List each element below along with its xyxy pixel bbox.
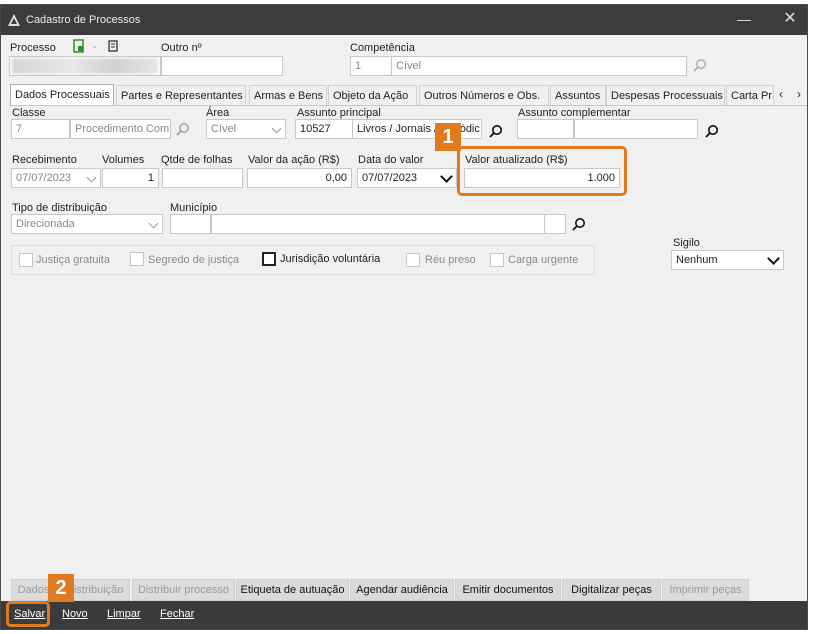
municipio-extra-field[interactable] bbox=[544, 214, 566, 234]
assunto-complementar-search-icon[interactable] bbox=[704, 124, 720, 140]
classe-code-field[interactable]: 7 bbox=[11, 119, 70, 139]
tab-scroll-right-icon[interactable]: › bbox=[793, 87, 805, 101]
tipo-distribuicao-select[interactable]: Direcionada bbox=[11, 214, 163, 234]
emitir-documentos-button[interactable]: Emitir documentos bbox=[455, 579, 561, 601]
tab-partes-representantes[interactable]: Partes e Representantes bbox=[116, 85, 246, 105]
processo-number-field[interactable] bbox=[9, 56, 161, 76]
volumes-field[interactable]: 1 bbox=[102, 168, 159, 188]
municipio-label: Município bbox=[170, 202, 218, 214]
step-badge-2: 2 bbox=[48, 574, 74, 602]
municipio-name-field[interactable] bbox=[211, 214, 545, 234]
close-button[interactable]: ✕ bbox=[781, 10, 799, 28]
assunto-search-icon[interactable] bbox=[488, 124, 504, 140]
competencia-name-field[interactable]: Cível bbox=[391, 56, 687, 76]
assunto-complementar-code-field[interactable] bbox=[517, 119, 574, 139]
municipio-search-icon[interactable] bbox=[571, 217, 587, 233]
assunto-complementar-label: Assunto complementar bbox=[518, 107, 631, 119]
fechar-button[interactable]: Fechar bbox=[160, 608, 194, 620]
municipio-code-field[interactable] bbox=[170, 214, 211, 234]
jurisdicao-voluntaria-checkbox[interactable] bbox=[262, 252, 276, 266]
outro-numero-label: Outro nº bbox=[161, 42, 202, 54]
limpar-button[interactable]: Limpar bbox=[107, 608, 141, 620]
window-title: Cadastro de Processos bbox=[26, 14, 141, 26]
tab-carta-precatoria[interactable]: Carta Pr bbox=[726, 85, 774, 105]
etiqueta-autuacao-button[interactable]: Etiqueta de autuação bbox=[236, 579, 349, 601]
assunto-complementar-name-field[interactable] bbox=[574, 119, 698, 139]
volumes-label: Volumes bbox=[102, 154, 145, 166]
reu-preso-label: Réu preso bbox=[425, 254, 476, 266]
form-action-bar: Salvar Novo Limpar Fechar bbox=[1, 601, 807, 629]
area-select[interactable]: Cível bbox=[206, 119, 286, 139]
novo-button[interactable]: Novo bbox=[62, 608, 88, 620]
assunto-principal-label: Assunto principal bbox=[297, 107, 381, 119]
process-registration-window: Cadastro de Processos — ✕ Processo ⌄ Out… bbox=[0, 4, 808, 630]
tab-despesas-processuais[interactable]: Despesas Processuais bbox=[606, 85, 725, 105]
search-icon[interactable] bbox=[692, 58, 708, 74]
digitalizar-pecas-button[interactable]: Digitalizar peças bbox=[562, 579, 661, 601]
recebimento-date-field[interactable]: 07/07/2023 bbox=[11, 168, 101, 188]
valor-acao-label: Valor da ação (R$) bbox=[248, 154, 340, 166]
agendar-audiencia-button[interactable]: Agendar audiência bbox=[350, 579, 454, 601]
step-badge-1: 1 bbox=[435, 123, 461, 151]
imprimir-pecas-button[interactable]: Imprimir peças bbox=[662, 579, 749, 601]
sigilo-label: Sigilo bbox=[673, 237, 700, 249]
salvar-highlight bbox=[6, 601, 50, 627]
competencia-code-field[interactable]: 1 bbox=[350, 56, 392, 76]
justica-gratuita-label: Justiça gratuita bbox=[36, 254, 110, 266]
app-logo-icon bbox=[8, 14, 20, 26]
jurisdicao-voluntaria-label: Jurisdição voluntária bbox=[280, 253, 381, 265]
competencia-label: Competência bbox=[350, 42, 415, 54]
data-valor-label: Data do valor bbox=[358, 154, 424, 166]
classe-search-icon[interactable] bbox=[175, 122, 191, 138]
tab-scroll-left-icon[interactable]: ‹ bbox=[775, 87, 787, 101]
carga-urgente-label: Carga urgente bbox=[508, 254, 579, 266]
qtde-folhas-label: Qtde de folhas bbox=[161, 154, 233, 166]
tab-armas-bens[interactable]: Armas e Bens bbox=[249, 85, 327, 105]
sigilo-select[interactable]: Nenhum bbox=[671, 250, 784, 270]
tab-bar: Dados Processuais Partes e Representante… bbox=[9, 84, 807, 106]
reu-preso-checkbox[interactable] bbox=[406, 253, 420, 267]
chevron-down-icon[interactable]: ⌄ bbox=[91, 40, 99, 51]
distribuir-processo-button[interactable]: Distribuir processo bbox=[132, 579, 235, 601]
tab-assuntos[interactable]: Assuntos bbox=[550, 85, 606, 105]
justica-gratuita-checkbox[interactable] bbox=[19, 253, 33, 267]
document-icon[interactable] bbox=[108, 40, 118, 52]
new-document-icon[interactable] bbox=[73, 39, 85, 53]
assunto-code-field[interactable]: 10527 bbox=[295, 119, 353, 139]
valor-atualizado-highlight bbox=[457, 146, 627, 196]
classe-name-field[interactable]: Procedimento Com bbox=[70, 119, 171, 139]
tab-dados-processuais[interactable]: Dados Processuais bbox=[10, 84, 114, 106]
process-flags-group: Justiça gratuita Segredo de justiça Juri… bbox=[11, 245, 595, 275]
processo-label: Processo bbox=[10, 42, 56, 54]
title-bar: Cadastro de Processos — ✕ bbox=[1, 5, 807, 35]
data-valor-date-field[interactable]: 07/07/2023 bbox=[357, 168, 457, 188]
assunto-name-field[interactable]: Livros / Jornais / Periódic bbox=[352, 119, 482, 139]
tipo-distribuicao-label: Tipo de distribuição bbox=[12, 202, 107, 214]
minimize-button[interactable]: — bbox=[736, 11, 752, 27]
area-label: Área bbox=[206, 107, 230, 119]
tab-objeto-acao[interactable]: Objeto da Ação bbox=[328, 85, 417, 105]
segredo-justica-label: Segredo de justiça bbox=[148, 254, 240, 266]
carga-urgente-checkbox[interactable] bbox=[490, 253, 504, 267]
tab-outros-numeros[interactable]: Outros Números e Obs. bbox=[419, 85, 549, 105]
segredo-justica-checkbox[interactable] bbox=[130, 252, 144, 266]
recebimento-label: Recebimento bbox=[12, 154, 77, 166]
outro-numero-field[interactable] bbox=[161, 56, 283, 76]
qtde-folhas-field[interactable] bbox=[162, 168, 243, 188]
classe-label: Classe bbox=[12, 107, 46, 119]
valor-acao-field[interactable]: 0,00 bbox=[247, 168, 352, 188]
